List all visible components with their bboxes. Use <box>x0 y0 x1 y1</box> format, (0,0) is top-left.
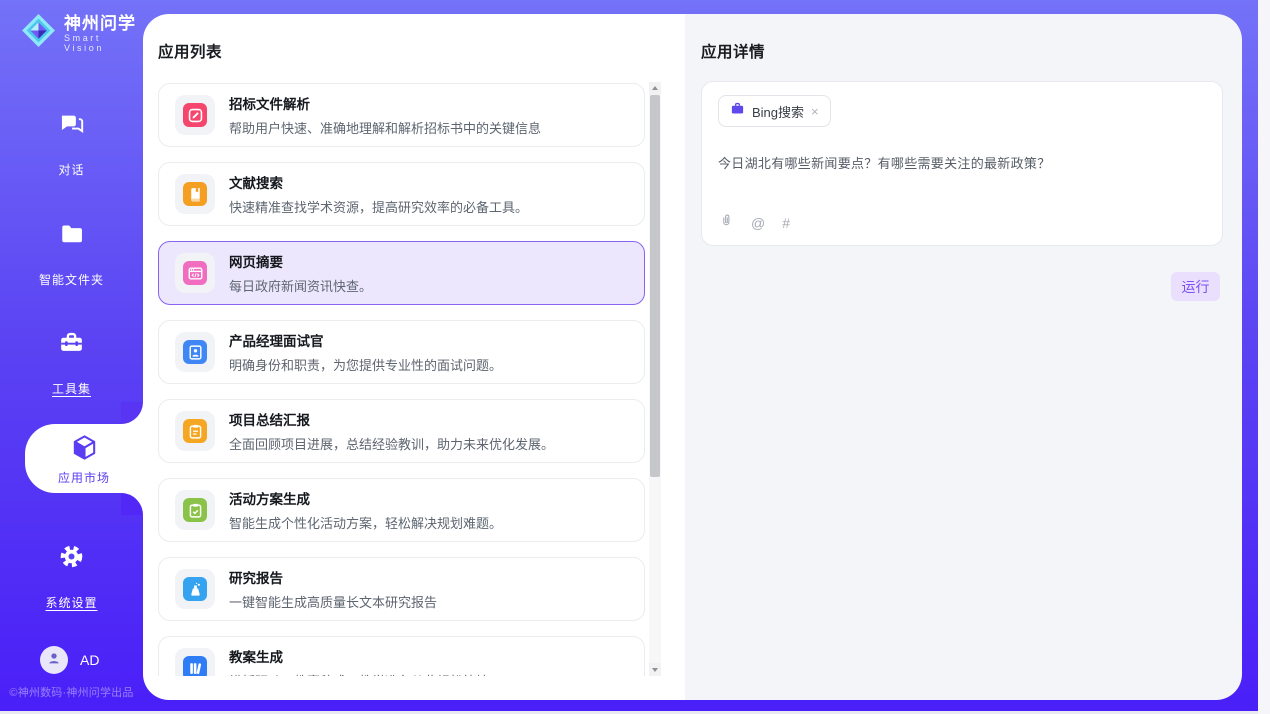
app-card-description: 快速精准查找学术资源，提高研究效率的必备工具。 <box>229 197 528 216</box>
sidebar-item-label: 对话 <box>58 161 84 178</box>
app-card-title: 招标文件解析 <box>229 93 541 113</box>
brand-logo: 神州问学 Smart Vision <box>20 12 143 54</box>
app-card[interactable]: 活动方案生成 智能生成个性化活动方案，轻松解决规划难题。 <box>158 478 645 542</box>
sidebar-item-toolset[interactable]: 工具集 <box>0 329 143 398</box>
sidebar-footer-credit: ©神州数码·神州问学出品 <box>0 684 143 700</box>
app-card-title: 网页摘要 <box>229 251 372 271</box>
app-card[interactable]: 项目总结汇报 全面回顾项目进展，总结经验教训，助力未来优化发展。 <box>158 399 645 463</box>
scrollbar-thumb[interactable] <box>650 95 660 477</box>
app-card-title: 研究报告 <box>229 567 437 587</box>
sidebar: 神州问学 Smart Vision 对话 智能文件夹 <box>0 0 143 711</box>
brand-name: 神州问学 <box>64 14 143 33</box>
scrollbar-up-arrow[interactable] <box>649 82 661 95</box>
books-icon <box>183 656 207 676</box>
interview-icon <box>183 340 207 364</box>
app-card[interactable]: 产品经理面试官 明确身份和职责，为您提供专业性的面试问题。 <box>158 320 645 384</box>
chat-icon <box>0 110 143 137</box>
bubble-bottom-notch <box>121 493 143 515</box>
sidebar-item-label: 工具集 <box>52 380 91 397</box>
sidebar-item-label: 智能文件夹 <box>39 271 104 288</box>
hash-icon[interactable]: # <box>782 215 790 231</box>
clipboard-check-icon <box>183 498 207 522</box>
app-list-panel: 应用列表 招标文件解析 帮助用户快速、准确地理解和解析招标书中的关键信息 文献搜… <box>143 14 685 700</box>
folder-icon <box>0 221 143 247</box>
browser-code-icon <box>183 261 207 285</box>
cube-icon <box>70 433 99 467</box>
person-icon <box>46 650 62 671</box>
tool-tag-label: Bing搜索 <box>752 102 804 121</box>
app-card-description: 明确身份和职责，为您提供专业性的面试问题。 <box>229 355 502 374</box>
tool-tag-bing-search[interactable]: Bing搜索 × <box>718 95 831 127</box>
paperclip-icon[interactable] <box>719 212 734 234</box>
toolbox-icon <box>0 329 143 356</box>
sidebar-item-label: 应用市场 <box>58 469 110 486</box>
app-list-title: 应用列表 <box>158 40 222 62</box>
clipboard-icon <box>183 419 207 443</box>
window-right-edge <box>1258 0 1270 714</box>
app-list-scrollbar[interactable] <box>649 82 661 676</box>
sidebar-item-settings[interactable]: 系统设置 <box>0 543 143 612</box>
user-account[interactable]: AD <box>40 646 99 674</box>
app-card-description: 每日政府新闻资讯快查。 <box>229 276 372 295</box>
sidebar-item-chat[interactable]: 对话 <box>0 110 143 179</box>
app-detail-title: 应用详情 <box>701 40 765 62</box>
sidebar-item-label: 系统设置 <box>45 594 97 611</box>
scrollbar-down-arrow[interactable] <box>649 663 661 676</box>
app-list: 招标文件解析 帮助用户快速、准确地理解和解析招标书中的关键信息 文献搜索 快速精… <box>158 82 645 676</box>
app-card[interactable]: 文献搜索 快速精准查找学术资源，提高研究效率的必备工具。 <box>158 162 645 226</box>
app-card-title: 活动方案生成 <box>229 488 502 508</box>
close-icon[interactable]: × <box>811 105 819 118</box>
at-icon[interactable]: @ <box>751 215 765 231</box>
app-card-title: 文献搜索 <box>229 172 528 192</box>
ink-icon <box>183 577 207 601</box>
app-card-description: 模板驱动，教案秒成，教学准备从此轻松快捷 <box>229 671 489 676</box>
prompt-query-text[interactable]: 今日湖北有哪些新闻要点？有哪些需要关注的最新政策？ <box>718 153 1208 172</box>
app-card-description: 智能生成个性化活动方案，轻松解决规划难题。 <box>229 513 502 532</box>
user-name: AD <box>80 652 99 668</box>
app-card[interactable]: 教案生成 模板驱动，教案秒成，教学准备从此轻松快捷 <box>158 636 645 676</box>
edit-square-icon <box>183 103 207 127</box>
sidebar-item-smart-folders[interactable]: 智能文件夹 <box>0 221 143 289</box>
avatar <box>40 646 68 674</box>
brand-subtitle: Smart Vision <box>64 33 143 53</box>
app-card-description: 一键智能生成高质量长文本研究报告 <box>229 592 437 611</box>
app-card-title: 教案生成 <box>229 646 489 666</box>
diamond-logo-icon <box>20 12 57 54</box>
run-button[interactable]: 运行 <box>1171 272 1220 301</box>
app-card-title: 项目总结汇报 <box>229 409 554 429</box>
app-card-title: 产品经理面试官 <box>229 330 502 350</box>
gear-icon <box>0 543 143 570</box>
content-panel: 应用列表 招标文件解析 帮助用户快速、准确地理解和解析招标书中的关键信息 文献搜… <box>143 14 1242 700</box>
app-root: 神州问学 Smart Vision 对话 智能文件夹 <box>0 0 1270 714</box>
sidebar-item-app-market[interactable]: 应用市场 <box>25 424 143 493</box>
app-card[interactable]: 招标文件解析 帮助用户快速、准确地理解和解析招标书中的关键信息 <box>158 83 645 147</box>
app-card[interactable]: 网页摘要 每日政府新闻资讯快查。 <box>158 241 645 305</box>
attachment-toolbar: @ # <box>719 212 790 234</box>
book-icon <box>183 182 207 206</box>
briefcase-icon <box>730 101 745 121</box>
bubble-top-notch <box>121 402 143 424</box>
prompt-editor-card[interactable]: Bing搜索 × 今日湖北有哪些新闻要点？有哪些需要关注的最新政策？ @ # <box>701 81 1223 246</box>
app-card[interactable]: 研究报告 一键智能生成高质量长文本研究报告 <box>158 557 645 621</box>
app-card-description: 全面回顾项目进展，总结经验教训，助力未来优化发展。 <box>229 434 554 453</box>
app-detail-panel: 应用详情 Bing搜索 × 今日湖北有哪些新闻要点？有哪些需要关注的最新政策？ <box>685 14 1242 700</box>
app-card-description: 帮助用户快速、准确地理解和解析招标书中的关键信息 <box>229 118 541 137</box>
